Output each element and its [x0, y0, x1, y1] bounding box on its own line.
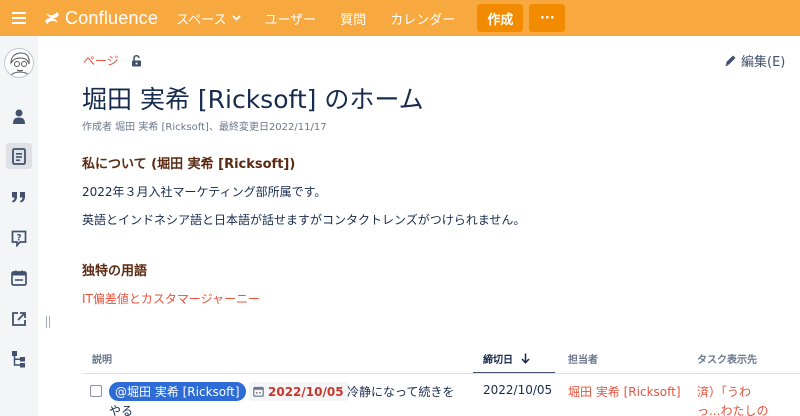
question-icon[interactable]: ?	[6, 225, 32, 251]
unlock-icon[interactable]	[131, 54, 142, 67]
external-link-icon[interactable]	[6, 306, 32, 332]
sidebar: ?	[0, 36, 38, 416]
task-due-date: 2022/10/05	[483, 383, 553, 397]
pencil-icon	[725, 55, 736, 66]
about-heading: 私について (堀田 実希 [Ricksoft])	[82, 157, 296, 172]
quote-icon[interactable]	[6, 184, 32, 210]
nav-spaces-label: スペース	[176, 12, 227, 28]
task-location-link-line-2[interactable]: っ...わたしの	[697, 402, 768, 416]
task-checkbox[interactable]	[90, 385, 102, 397]
terms-link[interactable]: IT偏差値とカスタマージャーニー	[82, 290, 260, 307]
date-lozenge-text: 2022/10/05	[268, 384, 344, 399]
breadcrumb-pages-link[interactable]: ページ	[83, 52, 119, 69]
column-header-assignee[interactable]: 担当者	[568, 351, 598, 366]
edit-label: 編集(E)	[741, 55, 786, 70]
confluence-logo[interactable]: Confluence	[44, 8, 158, 29]
about-paragraph-2: 英語とインドネシア語と日本語が話せますがコンタクトレンズがつけられません。	[82, 213, 526, 227]
svg-text:?: ?	[16, 233, 21, 243]
page-byline: 作成者 堀田 実希 [Ricksoft]、最終変更日2022/11/17	[82, 122, 327, 133]
more-create-button[interactable]: ···	[529, 4, 566, 32]
page-title: 堀田 実希 [Ricksoft] のホーム	[82, 85, 424, 114]
chevron-down-icon	[231, 15, 241, 21]
table-header-divider	[82, 373, 800, 374]
nav-calendar[interactable]: カレンダー	[390, 9, 455, 28]
logo-text: Confluence	[65, 7, 159, 28]
date-lozenge[interactable]: 2022/10/05	[249, 382, 349, 401]
task-assignee-link[interactable]: 堀田 実希 [Ricksoft]	[568, 383, 681, 400]
column-header-due-label: 締切日	[483, 355, 513, 366]
top-navigation-bar: Confluence スペース ユーザー 質問 カレンダー 作成 ···	[0, 0, 800, 36]
nav-users[interactable]: ユーザー	[265, 9, 317, 28]
menu-icon[interactable]	[0, 0, 38, 36]
avatar[interactable]	[4, 48, 34, 78]
terms-heading: 独特の用語	[82, 264, 148, 279]
nav-spaces[interactable]: スペース	[176, 9, 241, 28]
task-description-line-1: 冷静になって続きを	[347, 385, 455, 399]
confluence-logo-icon	[45, 12, 59, 24]
user-mention[interactable]: @堀田 実希 [Ricksoft]	[109, 382, 246, 401]
user-icon[interactable]	[6, 104, 32, 130]
edit-button[interactable]: 編集(E)	[724, 51, 785, 70]
nav-questions[interactable]: 質問	[340, 9, 366, 28]
task-description-line-2: やる	[109, 404, 134, 416]
about-paragraph-1: 2022年３月入社マーケティング部所属です。	[82, 185, 327, 199]
column-header-description[interactable]: 説明	[92, 351, 112, 366]
page-tree-icon[interactable]	[6, 346, 32, 372]
calendar-small-icon	[253, 386, 264, 397]
calendar-icon[interactable]	[6, 265, 32, 291]
column-header-location[interactable]: タスク表示先	[697, 351, 757, 366]
task-location-link-line-1[interactable]: 済）「うわ	[697, 383, 751, 400]
breadcrumb: ページ	[83, 52, 142, 69]
main-nav: スペース ユーザー 質問 カレンダー	[176, 9, 479, 28]
create-button[interactable]: 作成	[477, 4, 524, 32]
sort-arrow-down-icon	[521, 353, 530, 364]
column-header-due[interactable]: 締切日	[483, 351, 530, 366]
page-icon[interactable]	[6, 143, 32, 169]
sidebar-resize-handle[interactable]	[46, 316, 50, 328]
